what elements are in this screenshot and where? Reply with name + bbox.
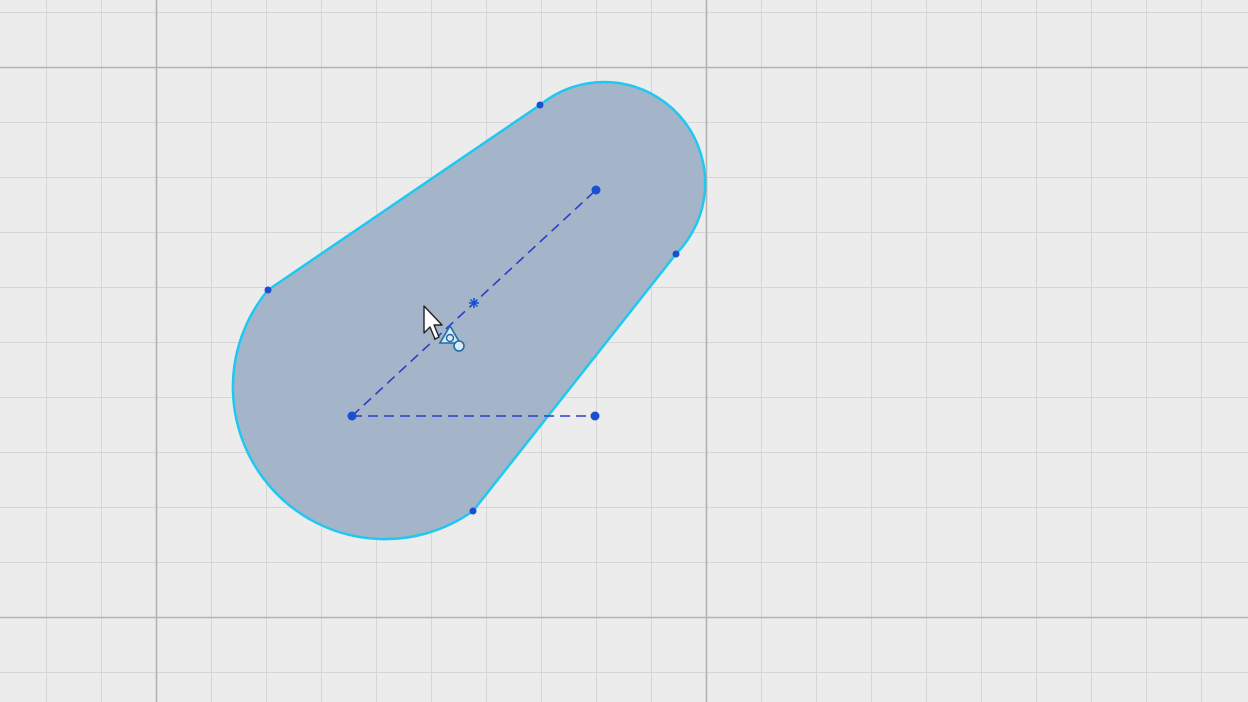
sketch-point-reference-end[interactable] — [590, 411, 600, 421]
sketch-point-arc-center-large[interactable] — [347, 411, 357, 421]
midpoint-marker-icon[interactable] — [469, 298, 479, 308]
sketch-canvas[interactable] — [0, 0, 1248, 702]
sketch-point-tangent-right[interactable] — [672, 250, 680, 258]
sketch-point-tangent-bottom[interactable] — [469, 507, 477, 515]
sketch-point-arc-center-small[interactable] — [591, 185, 601, 195]
sketch-point-tangent-left[interactable] — [264, 286, 272, 294]
sketch-point-tangent-top[interactable] — [536, 101, 544, 109]
